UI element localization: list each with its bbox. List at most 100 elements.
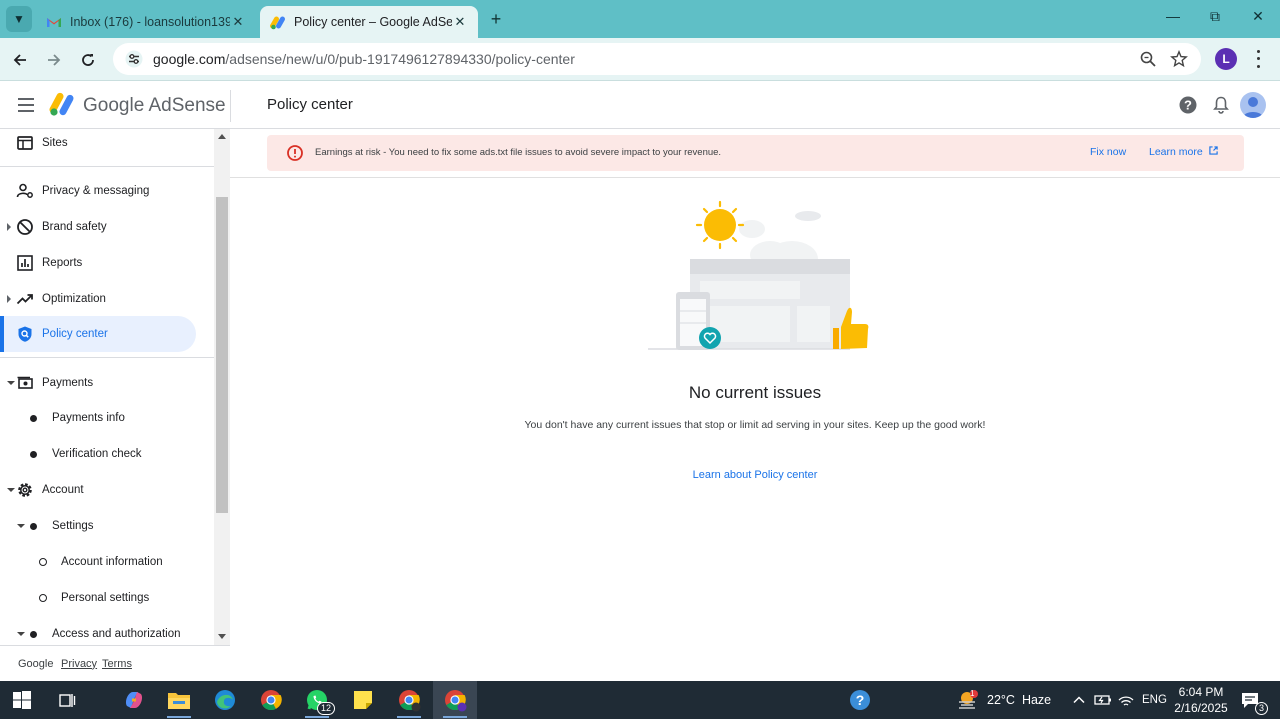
restore-button[interactable]: ⧉: [1203, 8, 1227, 25]
wifi-icon: [1118, 696, 1134, 706]
tab-policy-center[interactable]: Policy center – Google AdSense ✕: [260, 6, 478, 38]
task-view-button[interactable]: [45, 681, 89, 719]
sidebar-item-account-information[interactable]: Account information: [0, 544, 214, 580]
sidebar-item-policy-center[interactable]: Policy center: [0, 316, 196, 352]
weather-haze-icon: [959, 690, 978, 709]
tray-overflow-button[interactable]: [1072, 681, 1086, 719]
bullet-icon: [30, 450, 37, 458]
windows-taskbar: 12 ? 1 22°C Haze ENG 6:04 PM 2/16/2025 3: [0, 681, 1280, 719]
heart-icon: [699, 327, 721, 349]
browser-menu-icon[interactable]: [1252, 48, 1264, 70]
account-avatar[interactable]: [1240, 92, 1266, 118]
close-icon[interactable]: ✕: [452, 14, 468, 30]
sidebar-item-settings[interactable]: Settings: [0, 508, 214, 544]
chrome-icon: [261, 690, 282, 711]
learn-about-policy-center-link[interactable]: Learn about Policy center: [230, 469, 1280, 481]
scrollbar-thumb[interactable]: [216, 197, 228, 513]
sidebar-divider: [0, 357, 214, 358]
browser-tab-strip: ▼ Inbox (176) - loansolution139@ ✕ Polic…: [0, 0, 1280, 38]
sidebar-item-payments[interactable]: Payments: [0, 365, 214, 401]
chrome-icon: [399, 690, 421, 712]
collapse-arrow-icon[interactable]: [7, 381, 15, 385]
forward-button[interactable]: [43, 49, 65, 71]
browser-toolbar: google.com/adsense/new/u/0/pub-191749612…: [0, 38, 1280, 81]
page-title: Policy center: [267, 96, 353, 113]
notifications-icon[interactable]: [1211, 95, 1231, 115]
sidebar-nav: Sites Privacy & messaging Brand safety R…: [0, 129, 214, 645]
edge-app[interactable]: [203, 681, 247, 719]
sidebar-item-optimization[interactable]: Optimization: [0, 281, 214, 317]
notification-center-button[interactable]: 3: [1228, 681, 1272, 719]
battery-charging-icon: [1094, 695, 1111, 705]
learn-more-link[interactable]: Learn more: [1149, 146, 1218, 158]
sidebar-item-verification-check[interactable]: Verification check: [0, 436, 214, 472]
sidebar-item-label: Payments info: [52, 412, 125, 424]
start-button[interactable]: [0, 681, 44, 719]
tab-gmail-inbox[interactable]: Inbox (176) - loansolution139@ ✕: [36, 6, 256, 38]
chrome-active-app[interactable]: [433, 681, 477, 719]
close-icon[interactable]: ✕: [230, 14, 246, 30]
privacy-link[interactable]: Privacy: [61, 658, 97, 670]
expand-arrow-icon[interactable]: [7, 223, 11, 231]
alert-message: Earnings at risk - You need to fix some …: [315, 147, 722, 158]
new-tab-button[interactable]: +: [486, 8, 506, 30]
zoom-icon[interactable]: [1139, 50, 1157, 68]
system-clock[interactable]: 6:04 PM 2/16/2025: [1172, 684, 1230, 716]
fix-now-button[interactable]: Fix now: [1090, 146, 1126, 158]
arrow-right-icon: [48, 54, 61, 66]
input-language[interactable]: ENG: [1142, 681, 1167, 719]
sidebar-item-reports[interactable]: Reports: [0, 245, 214, 281]
bullet-icon: [30, 522, 37, 530]
bullet-ring-icon: [39, 558, 47, 566]
minimize-button[interactable]: —: [1161, 8, 1185, 24]
tab-search-button[interactable]: ▼: [6, 6, 32, 32]
sidebar-item-access-authorization[interactable]: Access and authorization: [0, 616, 214, 645]
collapse-arrow-icon[interactable]: [17, 524, 25, 528]
menu-icon[interactable]: [18, 98, 34, 112]
sidebar-item-privacy-messaging[interactable]: Privacy & messaging: [0, 173, 214, 209]
reload-button[interactable]: [77, 49, 99, 71]
sidebar-item-label: Policy center: [42, 328, 108, 340]
bookmark-star-icon[interactable]: [1170, 50, 1188, 68]
temperature: 22°C: [987, 693, 1015, 707]
battery-status[interactable]: [1094, 681, 1112, 719]
gear-icon: [18, 483, 32, 497]
file-explorer-app[interactable]: [157, 681, 201, 719]
learn-more-label: Learn more: [1149, 146, 1203, 158]
sidebar-item-personal-settings[interactable]: Personal settings: [0, 580, 214, 616]
sidebar-item-account[interactable]: Account: [0, 472, 214, 508]
adsense-icon: [270, 16, 285, 30]
expand-arrow-icon[interactable]: [7, 295, 11, 303]
help-icon[interactable]: ?: [1178, 95, 1198, 115]
sticky-notes-app[interactable]: [341, 681, 385, 719]
copilot-app[interactable]: [112, 681, 156, 719]
chrome-app[interactable]: [249, 681, 293, 719]
sidebar-item-sites[interactable]: Sites: [0, 129, 214, 161]
scroll-down-arrow-icon[interactable]: [218, 634, 226, 639]
chrome-profile-app[interactable]: [387, 681, 431, 719]
terms-link[interactable]: Terms: [102, 658, 132, 670]
sun-icon: [695, 200, 745, 250]
sidebar-scrollbar[interactable]: [214, 129, 230, 645]
network-status[interactable]: [1118, 681, 1134, 719]
chevron-down-icon: ▼: [13, 12, 25, 26]
address-bar[interactable]: google.com/adsense/new/u/0/pub-191749612…: [113, 43, 1201, 75]
site-settings-icon[interactable]: [125, 50, 143, 68]
collapse-arrow-icon[interactable]: [17, 632, 25, 636]
help-tray-button[interactable]: ?: [838, 681, 882, 719]
collapse-arrow-icon[interactable]: [7, 488, 15, 492]
error-icon: [287, 145, 303, 161]
person-settings-icon: [16, 183, 33, 198]
bullet-icon: [30, 414, 37, 422]
close-window-button[interactable]: ✕: [1246, 8, 1270, 25]
scroll-up-arrow-icon[interactable]: [218, 134, 226, 139]
back-button[interactable]: [9, 49, 31, 71]
empty-state-title: No current issues: [688, 383, 822, 402]
profile-button[interactable]: L: [1215, 48, 1237, 70]
header-divider: [230, 90, 231, 122]
main-content: Earnings at risk - You need to fix some …: [230, 129, 1280, 681]
weather-widget[interactable]: 1 22°C Haze: [956, 681, 1051, 719]
whatsapp-app[interactable]: 12: [295, 681, 339, 719]
sidebar-item-payments-info[interactable]: Payments info: [0, 400, 214, 436]
sidebar-item-brand-safety[interactable]: Brand safety: [0, 209, 214, 245]
